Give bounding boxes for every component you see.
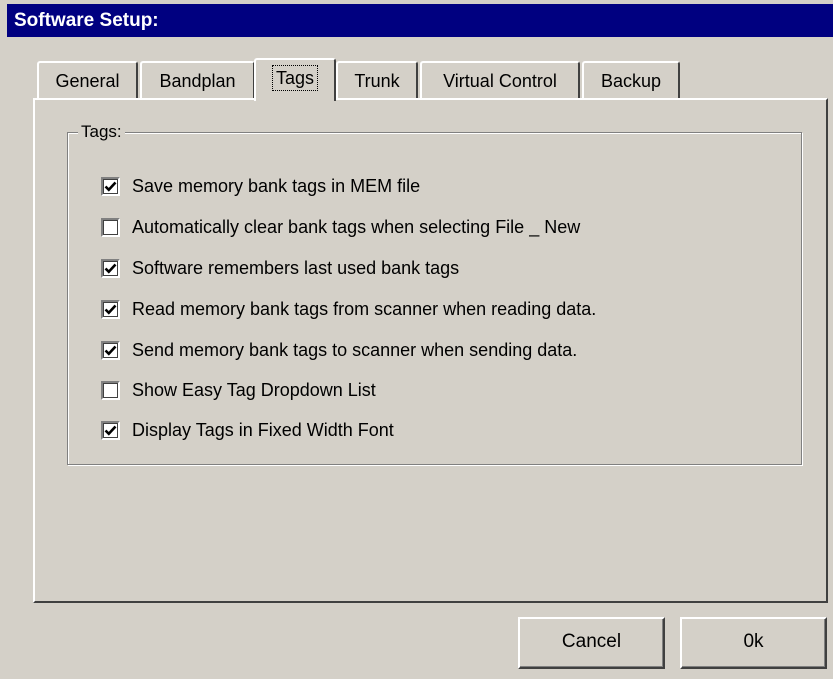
checkbox-read-tags-from-scanner[interactable] [101,299,120,319]
tab-virtual-control-label: Virtual Control [443,71,557,91]
checkbox-auto-clear-tags[interactable] [101,217,120,237]
checkbox-save-tags-in-mem[interactable] [101,176,120,196]
option-label: Show Easy Tag Dropdown List [132,379,376,400]
option-read-tags-from-scanner[interactable]: Read memory bank tags from scanner when … [101,297,596,321]
tab-backup-label: Backup [600,71,662,91]
checkbox-fixed-width-font[interactable] [101,420,120,440]
option-remember-last-tags[interactable]: Software remembers last used bank tags [101,256,459,280]
checkmark-icon [104,304,117,315]
tab-general-label: General [55,71,120,91]
option-label: Software remembers last used bank tags [132,257,460,278]
option-auto-clear-tags[interactable]: Automatically clear bank tags when selec… [101,215,580,239]
checkbox-easy-tag-dropdown[interactable] [101,380,120,400]
checkmark-icon [104,425,117,436]
checkmark-icon [104,345,117,356]
checkmark-icon [104,263,117,274]
tab-panel-tags: Tags: Save memory bank tags in MEM file … [33,98,828,603]
software-setup-dialog: Software Setup: General Bandplan Tags Tr… [0,0,833,679]
checkbox-remember-last-tags[interactable] [101,258,120,278]
ok-button[interactable]: 0k [680,617,827,669]
title-bar: Software Setup: [7,4,833,37]
tab-virtual-control[interactable]: Virtual Control [420,61,580,100]
tab-general[interactable]: General [37,61,138,100]
tags-group-box: Tags: Save memory bank tags in MEM file … [67,121,802,465]
tab-trunk-label: Trunk [354,71,400,91]
tab-bandplan[interactable]: Bandplan [140,61,255,100]
window-title: Software Setup: [14,10,159,31]
tab-trunk[interactable]: Trunk [336,61,418,100]
option-label: Automatically clear bank tags when selec… [132,216,581,237]
checkmark-icon [104,181,117,192]
group-title: Tags: [78,121,125,143]
option-easy-tag-dropdown[interactable]: Show Easy Tag Dropdown List [101,378,376,402]
option-save-tags-in-mem[interactable]: Save memory bank tags in MEM file [101,174,420,198]
option-label: Display Tags in Fixed Width Font [132,419,394,440]
tab-tags[interactable]: Tags [254,58,336,101]
option-fixed-width-font[interactable]: Display Tags in Fixed Width Font [101,418,394,442]
tab-tags-label: Tags [271,65,319,91]
option-label: Send memory bank tags to scanner when se… [132,339,578,360]
tab-backup[interactable]: Backup [582,61,680,100]
option-label: Save memory bank tags in MEM file [132,175,421,196]
tab-bandplan-label: Bandplan [159,71,236,91]
cancel-button[interactable]: Cancel [518,617,665,669]
option-label: Read memory bank tags from scanner when … [132,298,597,319]
option-send-tags-to-scanner[interactable]: Send memory bank tags to scanner when se… [101,338,577,362]
checkbox-send-tags-to-scanner[interactable] [101,340,120,360]
